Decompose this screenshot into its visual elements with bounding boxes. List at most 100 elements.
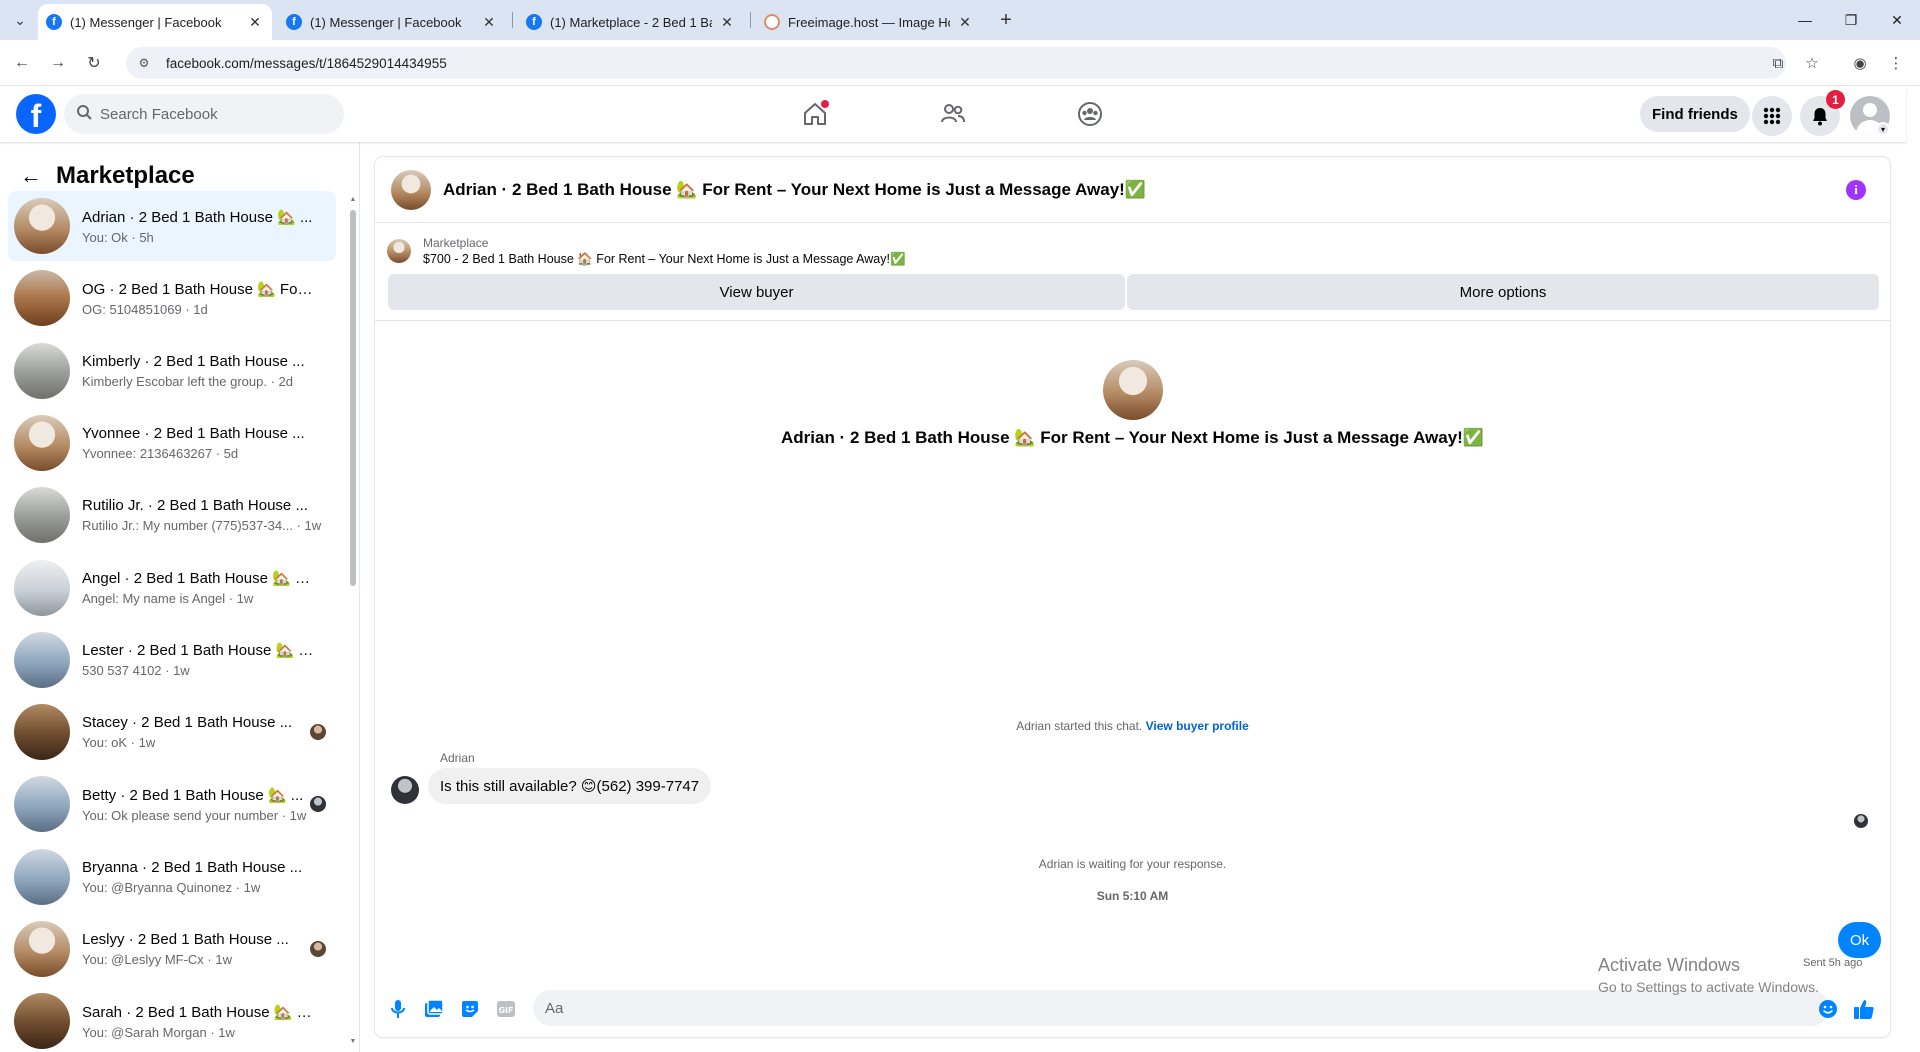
outgoing-message-bubble[interactable]: Ok bbox=[1838, 922, 1882, 958]
chat-started-text: Adrian started this chat. bbox=[1016, 719, 1143, 733]
forward-icon[interactable]: → bbox=[46, 51, 70, 75]
chevron-down-icon[interactable]: ▾ bbox=[1876, 122, 1890, 136]
conversation-text: Stacey · 2 Bed 1 Bath House ... You: oK ·… bbox=[82, 714, 310, 750]
conversation-name: Sarah · 2 Bed 1 Bath House 🏡 F... bbox=[82, 1003, 314, 1021]
read-receipt-avatar bbox=[310, 724, 326, 741]
message-input[interactable] bbox=[545, 999, 1785, 1017]
sidebar-scrollbar[interactable]: ▲ ▼ bbox=[349, 196, 357, 1046]
scrollbar-thumb[interactable] bbox=[350, 210, 356, 586]
emoji-icon[interactable] bbox=[1817, 998, 1839, 1020]
close-tab-icon[interactable]: ✕ bbox=[718, 13, 736, 31]
conversation-thumbnail bbox=[14, 198, 70, 254]
chat-title[interactable]: Adrian · 2 Bed 1 Bath House 🏡 For Rent –… bbox=[443, 180, 1146, 200]
browser-tab-freeimage[interactable]: Freeimage.host — Image Hostin ✕ bbox=[756, 4, 982, 40]
conversation-name: Rutilio Jr. · 2 Bed 1 Bath House ... bbox=[82, 497, 308, 515]
browser-toolbar: ← → ↻ ⚙ facebook.com/messages/t/18645290… bbox=[0, 40, 1920, 86]
profile-icon[interactable]: ◉ bbox=[1848, 51, 1872, 75]
date-stamp: Sun 5:10 AM bbox=[1096, 889, 1169, 903]
browser-menu-icon[interactable]: ⋮ bbox=[1884, 51, 1908, 75]
listing-label: Marketplace bbox=[423, 235, 489, 250]
search-input[interactable] bbox=[100, 105, 320, 123]
install-app-icon[interactable]: ⧉ bbox=[1766, 51, 1790, 75]
conversation-text: Sarah · 2 Bed 1 Bath House 🏡 F... You: @S… bbox=[82, 1003, 336, 1040]
watermark-line2: Go to Settings to activate Windows. bbox=[1598, 979, 1819, 995]
marketplace-sidebar: ← Marketplace Adrian · 2 Bed 1 Bath Hous… bbox=[0, 142, 360, 1052]
scroll-up-icon[interactable]: ▲ bbox=[349, 196, 357, 203]
sticker-icon[interactable] bbox=[459, 998, 481, 1020]
conversation-thumbnail bbox=[14, 848, 70, 905]
sender-name: Adrian bbox=[440, 751, 475, 765]
conversation-item[interactable]: Angel · 2 Bed 1 Bath House 🏡 F... Angel: … bbox=[8, 553, 336, 623]
conversation-item[interactable]: Leslyy · 2 Bed 1 Bath House ... You: @Les… bbox=[8, 914, 336, 984]
conversation-text: Kimberly · 2 Bed 1 Bath House ... Kimberl… bbox=[82, 353, 336, 389]
sender-avatar[interactable] bbox=[391, 776, 419, 804]
thumbs-up-icon[interactable] bbox=[1853, 998, 1875, 1020]
back-icon[interactable]: ← bbox=[10, 51, 34, 75]
conversation-item[interactable]: Yvonnee · 2 Bed 1 Bath House ... Yvonnee:… bbox=[8, 408, 336, 478]
conversation-text: Angel · 2 Bed 1 Bath House 🏡 F... Angel: … bbox=[82, 569, 336, 606]
conversation-item[interactable]: Adrian · 2 Bed 1 Bath House 🏡 ... You: Ok… bbox=[8, 191, 336, 261]
photo-icon[interactable] bbox=[423, 998, 445, 1020]
conversation-item[interactable]: Bryanna · 2 Bed 1 Bath House ... You: @Br… bbox=[8, 842, 336, 912]
message-input-field[interactable] bbox=[533, 990, 1829, 1026]
view-buyer-profile-link[interactable]: View buyer profile bbox=[1146, 719, 1249, 733]
browser-tab-messenger-2[interactable]: f (1) Messenger | Facebook ✕ bbox=[278, 4, 506, 40]
site-info-icon[interactable]: ⚙ bbox=[134, 53, 154, 73]
close-window-icon[interactable]: ✕ bbox=[1874, 0, 1920, 40]
tab-title: (1) Messenger | Facebook bbox=[310, 14, 462, 30]
facebook-logo-icon[interactable]: f bbox=[16, 94, 56, 134]
browser-tab-messenger-1[interactable]: f (1) Messenger | Facebook ✕ bbox=[38, 4, 272, 40]
avatar-head bbox=[1863, 103, 1877, 117]
conversation-item[interactable]: Kimberly · 2 Bed 1 Bath House ... Kimberl… bbox=[8, 336, 336, 406]
facebook-icon: f bbox=[286, 14, 302, 30]
conversation-text: Rutilio Jr. · 2 Bed 1 Bath House ... Ruti… bbox=[82, 497, 336, 533]
browser-tab-marketplace[interactable]: f (1) Marketplace - 2 Bed 1 Bath H ✕ bbox=[518, 4, 744, 40]
search-bar[interactable] bbox=[64, 94, 344, 134]
close-tab-icon[interactable]: ✕ bbox=[246, 13, 264, 31]
bookmark-star-icon[interactable]: ☆ bbox=[1800, 51, 1824, 75]
find-friends-button[interactable]: Find friends bbox=[1640, 96, 1750, 132]
conversation-name: OG · 2 Bed 1 Bath House 🏡 For ... bbox=[82, 280, 314, 298]
conversation-item[interactable]: Stacey · 2 Bed 1 Bath House ... You: oK ·… bbox=[8, 697, 336, 767]
back-arrow-icon[interactable]: ← bbox=[18, 163, 44, 189]
microphone-icon[interactable] bbox=[387, 998, 409, 1020]
conversation-snippet: You: oK · 1w bbox=[82, 735, 156, 751]
tab-title: Freeimage.host — Image Hostin bbox=[788, 14, 950, 30]
reload-icon[interactable]: ↻ bbox=[82, 51, 106, 75]
home-notification-dot bbox=[821, 100, 829, 108]
conversation-item[interactable]: Sarah · 2 Bed 1 Bath House 🏡 F... You: @S… bbox=[8, 986, 336, 1052]
restore-icon[interactable]: ❐ bbox=[1828, 0, 1874, 40]
tab-search-chevron-icon[interactable]: ⌄ bbox=[8, 8, 32, 32]
conversation-item[interactable]: Lester · 2 Bed 1 Bath House 🏡 F... 530 53… bbox=[8, 625, 336, 695]
conversation-text: Yvonnee · 2 Bed 1 Bath House ... Yvonnee:… bbox=[82, 425, 336, 461]
chat-avatar[interactable] bbox=[391, 169, 431, 210]
close-tab-icon[interactable]: ✕ bbox=[956, 13, 974, 31]
listing-banner[interactable]: Marketplace $700 - 2 Bed 1 Bath House 🏠 … bbox=[387, 231, 1877, 271]
more-options-button[interactable]: More options bbox=[1127, 274, 1879, 310]
grid-menu-icon bbox=[1763, 107, 1781, 125]
minimize-icon[interactable]: — bbox=[1782, 0, 1828, 40]
conversation-snippet: Kimberly Escobar left the group. · 2d bbox=[82, 373, 293, 389]
sidebar-title: Marketplace bbox=[56, 162, 195, 189]
nav-groups[interactable] bbox=[1034, 90, 1146, 138]
notification-badge: 1 bbox=[1826, 90, 1845, 109]
incoming-message-bubble[interactable]: Is this still available? 😊(562) 399-7747 bbox=[428, 768, 712, 804]
divider bbox=[375, 320, 1890, 321]
conversation-item[interactable]: Rutilio Jr. · 2 Bed 1 Bath House ... Ruti… bbox=[8, 480, 336, 550]
gif-icon[interactable]: GIF bbox=[495, 998, 517, 1020]
info-icon[interactable]: i bbox=[1846, 180, 1866, 200]
view-buyer-button[interactable]: View buyer bbox=[388, 274, 1125, 310]
address-bar[interactable]: ⚙ facebook.com/messages/t/18645290144349… bbox=[126, 47, 1786, 79]
svg-text:GIF: GIF bbox=[498, 1006, 513, 1015]
scroll-down-icon[interactable]: ▼ bbox=[349, 1038, 357, 1045]
nav-friends[interactable] bbox=[897, 90, 1009, 138]
close-tab-icon[interactable]: ✕ bbox=[480, 13, 498, 31]
conversation-item[interactable]: Betty · 2 Bed 1 Bath House 🏡 ... You: Ok … bbox=[8, 769, 336, 839]
conversation-item[interactable]: OG · 2 Bed 1 Bath House 🏡 For ... OG: 510… bbox=[8, 263, 336, 333]
conversation-thumbnail bbox=[14, 993, 70, 1050]
nav-home[interactable] bbox=[759, 90, 871, 138]
new-tab-icon[interactable]: + bbox=[994, 8, 1018, 32]
conversation-thumbnail bbox=[14, 487, 70, 544]
menu-button[interactable] bbox=[1752, 96, 1792, 136]
conversation-snippet: You: @Sarah Morgan · 1w bbox=[82, 1024, 235, 1040]
